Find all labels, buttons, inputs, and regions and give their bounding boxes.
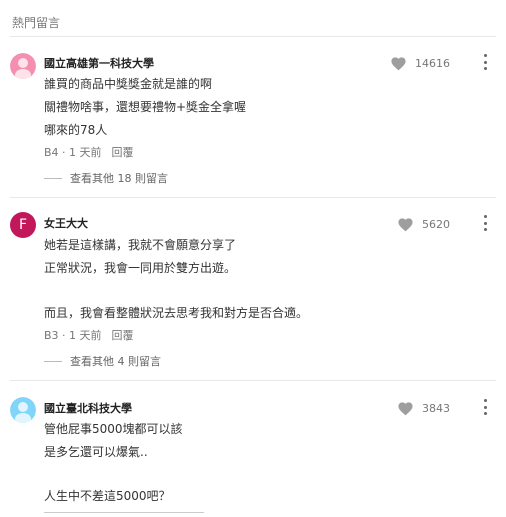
section-title: 熱門留言 bbox=[12, 16, 61, 30]
author-name[interactable]: 女王大大 bbox=[44, 215, 88, 231]
reply-button[interactable]: 回覆 bbox=[112, 329, 134, 342]
like-button[interactable]: 14616 bbox=[390, 55, 450, 71]
like-count: 5620 bbox=[422, 217, 450, 231]
comment-text-line: 哪來的78人 bbox=[44, 123, 108, 137]
like-count: 3843 bbox=[422, 401, 450, 415]
divider bbox=[10, 380, 496, 381]
more-replies-label: 查看其他 18 則留言 bbox=[70, 172, 168, 185]
view-more-replies-button[interactable]: 查看其他 4 則留言 bbox=[44, 353, 161, 369]
more-replies-label: 查看其他 4 則留言 bbox=[70, 355, 161, 368]
comment-text-line: 她若是這樣講，我就不會願意分享了 bbox=[44, 238, 237, 252]
heart-icon bbox=[391, 57, 406, 71]
avatar[interactable]: F bbox=[10, 212, 36, 238]
author-name[interactable]: 國立高雄第一科技大學 bbox=[44, 55, 154, 71]
heart-icon bbox=[398, 402, 413, 416]
divider bbox=[10, 36, 496, 37]
blue-school-avatar-icon[interactable] bbox=[10, 397, 36, 423]
divider bbox=[44, 512, 204, 513]
more-options-icon[interactable] bbox=[480, 54, 490, 70]
floor-number: B4 bbox=[44, 146, 59, 159]
dash-divider bbox=[44, 177, 62, 179]
author-name[interactable]: 國立臺北科技大學 bbox=[44, 400, 132, 416]
comment-text-line: 誰買的商品中獎獎金就是誰的啊 bbox=[44, 77, 213, 91]
comment-meta: B4 · 1 天前 回覆 bbox=[44, 146, 134, 159]
floor-number: B3 bbox=[44, 329, 59, 342]
timestamp: 1 天前 bbox=[69, 146, 102, 159]
comment-text-line: 人生中不差這5000吧？ bbox=[44, 489, 171, 503]
heart-icon bbox=[398, 218, 413, 232]
comment-text-line: 管他屁事5000塊都可以該 bbox=[44, 422, 183, 436]
divider bbox=[10, 197, 496, 198]
comment-text-line: 而且，我會看整體狀況去思考我和對方是否合適。 bbox=[44, 306, 309, 320]
reply-button[interactable]: 回覆 bbox=[112, 146, 134, 159]
more-options-icon[interactable] bbox=[480, 215, 490, 231]
comment-text-line: 是多乞還可以爆氣.. bbox=[44, 445, 148, 459]
timestamp: 1 天前 bbox=[69, 329, 102, 342]
comment-text-line: 正常狀況，我會一同用於雙方出遊。 bbox=[44, 261, 237, 275]
like-button[interactable]: 3843 bbox=[397, 400, 450, 416]
more-options-icon[interactable] bbox=[480, 399, 490, 415]
like-button[interactable]: 5620 bbox=[397, 216, 450, 232]
like-count: 14616 bbox=[415, 56, 450, 70]
comment-meta: B3 · 1 天前 回覆 bbox=[44, 329, 134, 342]
view-more-replies-button[interactable]: 查看其他 18 則留言 bbox=[44, 170, 168, 186]
comment-text-line: 關禮物啥事，還想要禮物+獎金全拿喔 bbox=[44, 100, 247, 114]
dash-divider bbox=[44, 360, 62, 362]
pink-school-avatar-icon[interactable] bbox=[10, 53, 36, 79]
